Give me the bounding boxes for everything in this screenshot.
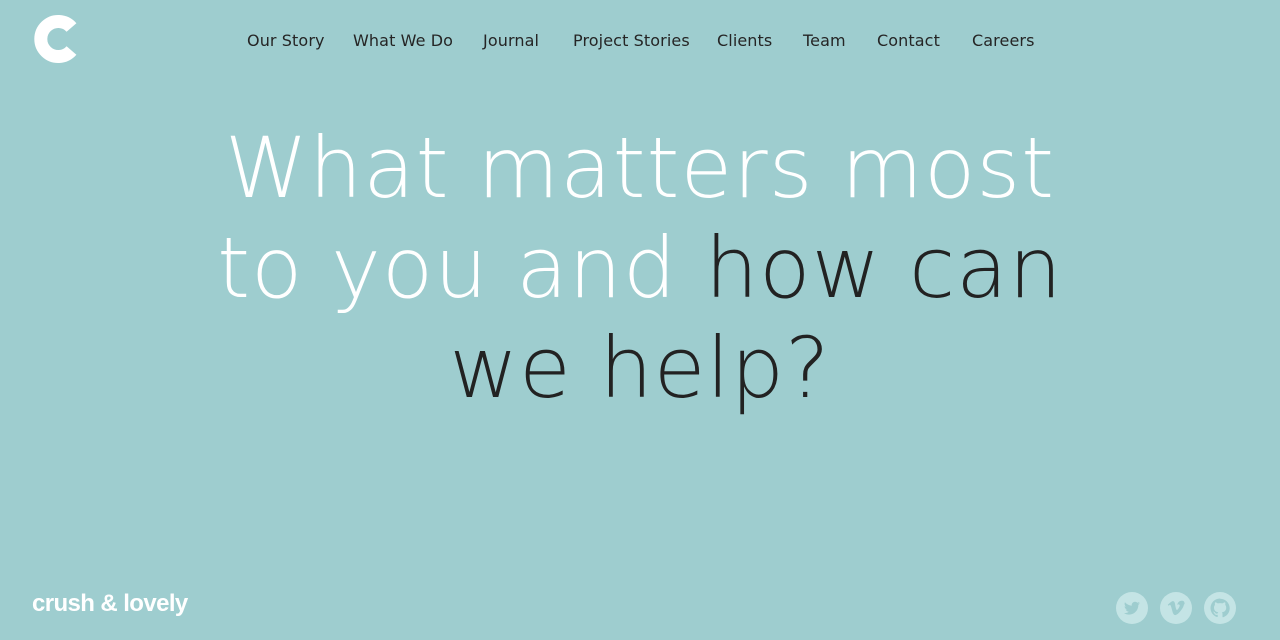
- nav-item-what-we-do[interactable]: What We Do: [353, 30, 453, 52]
- hero-line-2: to you and how can: [0, 218, 1280, 318]
- hero-line-1: What matters most: [224, 119, 1056, 217]
- page: Our Story What We Do Journal Project Sto…: [0, 0, 1280, 640]
- nav-item-project-stories[interactable]: Project Stories: [573, 30, 690, 52]
- hero-line-2-light: to you and: [217, 219, 705, 317]
- nav-item-our-story[interactable]: Our Story: [247, 30, 325, 52]
- github-icon[interactable]: [1204, 592, 1236, 624]
- nav-item-careers[interactable]: Careers: [972, 30, 1035, 52]
- nav-item-contact[interactable]: Contact: [877, 30, 940, 52]
- nav-item-clients[interactable]: Clients: [717, 30, 772, 52]
- hero-line-2-dark: how can: [704, 219, 1063, 317]
- twitter-icon[interactable]: [1116, 592, 1148, 624]
- nav-item-journal[interactable]: Journal: [483, 30, 539, 52]
- hero-heading: What matters most to you and how can we …: [0, 118, 1280, 418]
- vimeo-icon[interactable]: [1160, 592, 1192, 624]
- main-nav: Our Story What We Do Journal Project Sto…: [0, 30, 1280, 54]
- hero-line-3: we help?: [449, 319, 831, 417]
- nav-item-team[interactable]: Team: [803, 30, 846, 52]
- brand-wordmark[interactable]: crush & lovely: [32, 590, 188, 618]
